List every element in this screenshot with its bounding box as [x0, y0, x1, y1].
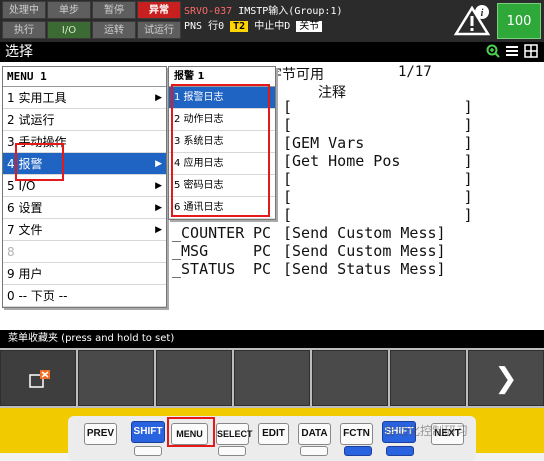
row-comment-6: [ ] [283, 188, 473, 206]
led-fault: 异常 [137, 1, 181, 19]
chevron-right-icon: ❯ [494, 361, 518, 395]
watermark: 自动化控制研习 [384, 424, 469, 438]
fctn-key[interactable]: FCTN [340, 423, 373, 445]
row-comment-9: [Send Custom Mess] [283, 242, 446, 260]
favorites-icon [29, 370, 50, 388]
alarm-code: SRVO-037 [184, 6, 233, 17]
run-state: 中止中D [254, 21, 291, 32]
menu-item-label: 7 文件 [7, 223, 43, 237]
main-menu-header: MENU 1 [3, 67, 166, 87]
menu-item-file[interactable]: 7 文件 ▶ [3, 219, 166, 241]
menu-item-8: 8 [3, 241, 166, 263]
lower-key-1[interactable] [134, 446, 162, 456]
row-type-10: PC [253, 260, 272, 278]
menu-item-label: 0 -- 下页 -- [7, 289, 68, 303]
program-line: PNS 行0 T2 中止中D 关节 [184, 19, 323, 35]
status-bar: 处理中 单步 暂停 异常 执行 I/O 运转 试运行 SRVO-037 IMST… [0, 0, 544, 42]
submenu-arrow-icon: ▶ [155, 93, 162, 103]
row-comment-1: [ ] [283, 98, 473, 116]
f5-key[interactable] [312, 350, 388, 406]
row-comment-10: [Send Status Mess] [283, 260, 446, 278]
menu-item-label: 8 [7, 245, 15, 259]
f3-key[interactable] [156, 350, 232, 406]
menu-item-next-page[interactable]: 0 -- 下页 -- [3, 285, 166, 307]
led-hold: 暂停 [92, 1, 136, 19]
highlight-alarm-submenu [171, 84, 270, 217]
submenu-arrow-icon: ▶ [155, 159, 162, 169]
title-icons [486, 44, 538, 60]
menu-item-label: 2 试运行 [7, 113, 55, 127]
function-key-bar: ❯ [0, 348, 544, 408]
lower-key-2[interactable] [218, 446, 246, 456]
lower-key-4[interactable] [344, 446, 372, 456]
menu-item-setup[interactable]: 6 设置 ▶ [3, 197, 166, 219]
coord-badge: 关节 [296, 21, 323, 32]
led-busy: 处理中 [2, 1, 46, 19]
row-name-10: _STATUS [172, 260, 236, 278]
bytes-available: 字节可用 [268, 67, 324, 83]
next-page-key[interactable]: ❯ [468, 350, 544, 406]
menu-item-label: 6 设置 [7, 201, 43, 215]
lower-key-3[interactable] [300, 446, 328, 456]
f4-key[interactable] [234, 350, 310, 406]
title-bar: 选择 [0, 42, 544, 62]
row-comment-7: [ ] [283, 206, 473, 224]
led-step: 单步 [47, 1, 91, 19]
select-key[interactable]: SELECT [216, 423, 253, 445]
row-comment-4: [Get Home Pos ] [283, 152, 473, 170]
lower-key-5[interactable] [386, 446, 414, 456]
program-name: PNS [184, 21, 203, 32]
page-title: 选择 [5, 44, 33, 60]
led-tcyc: 试运行 [137, 21, 181, 39]
led-prod: 运转 [92, 21, 136, 39]
submenu-arrow-icon: ▶ [155, 181, 162, 191]
menu-item-utilities[interactable]: 1 实用工具 ▶ [3, 87, 166, 109]
battery-indicator: 100 [497, 3, 541, 39]
submenu-arrow-icon: ▶ [155, 225, 162, 235]
main-menu: MENU 1 1 实用工具 ▶ 2 试运行 3 手动操作 4 报警 ▶ 5 I/O ▶… [2, 66, 167, 308]
row-comment-5: [ ] [283, 170, 473, 188]
row-type-8: PC [253, 224, 272, 242]
prev-key[interactable]: PREV [84, 423, 117, 445]
row-comment-3: [GEM Vars ] [283, 134, 473, 152]
menu-item-label: 5 I/O [7, 179, 36, 193]
mode-badge: T2 [230, 21, 249, 32]
menu-item-user[interactable]: 9 用户 [3, 263, 166, 285]
row-comment-2: [ ] [283, 116, 473, 134]
menu-item-label: 1 实用工具 [7, 91, 67, 105]
f2-key[interactable] [78, 350, 154, 406]
menu-item-test-cycle[interactable]: 2 试运行 [3, 109, 166, 131]
page-counter: 1/17 [398, 64, 432, 80]
alarm-text: IMSTP输入(Group:1) [238, 6, 343, 17]
row-name-9: _MSG [172, 242, 209, 260]
zoom-icon[interactable] [486, 44, 500, 58]
data-key[interactable]: DATA [298, 423, 331, 445]
submenu-arrow-icon: ▶ [155, 203, 162, 213]
menu-item-label: 9 用户 [7, 267, 43, 281]
f6-key[interactable] [390, 350, 466, 406]
line-number: 行0 [208, 21, 225, 32]
favorites-bar: 菜单收藏夹 (press and hold to set) [0, 330, 544, 348]
list-icon[interactable] [505, 44, 519, 58]
svg-text:i: i [481, 8, 484, 19]
highlight-menu-key [167, 417, 215, 447]
shift-left-key[interactable]: SHIFT [131, 421, 165, 443]
grid-icon[interactable] [524, 44, 538, 58]
led-io: I/O [47, 21, 91, 39]
alarm-line: SRVO-037 IMSTP输入(Group:1) [184, 2, 343, 17]
warning-triangle-icon[interactable]: i [452, 4, 492, 38]
f1-key[interactable] [0, 350, 76, 406]
highlight-alarm-item [15, 143, 64, 181]
edit-key[interactable]: EDIT [258, 423, 289, 445]
row-type-9: PC [253, 242, 272, 260]
led-run: 执行 [2, 21, 46, 39]
row-comment-8: [Send Custom Mess] [283, 224, 446, 242]
row-name-8: _COUNTER [172, 224, 245, 242]
